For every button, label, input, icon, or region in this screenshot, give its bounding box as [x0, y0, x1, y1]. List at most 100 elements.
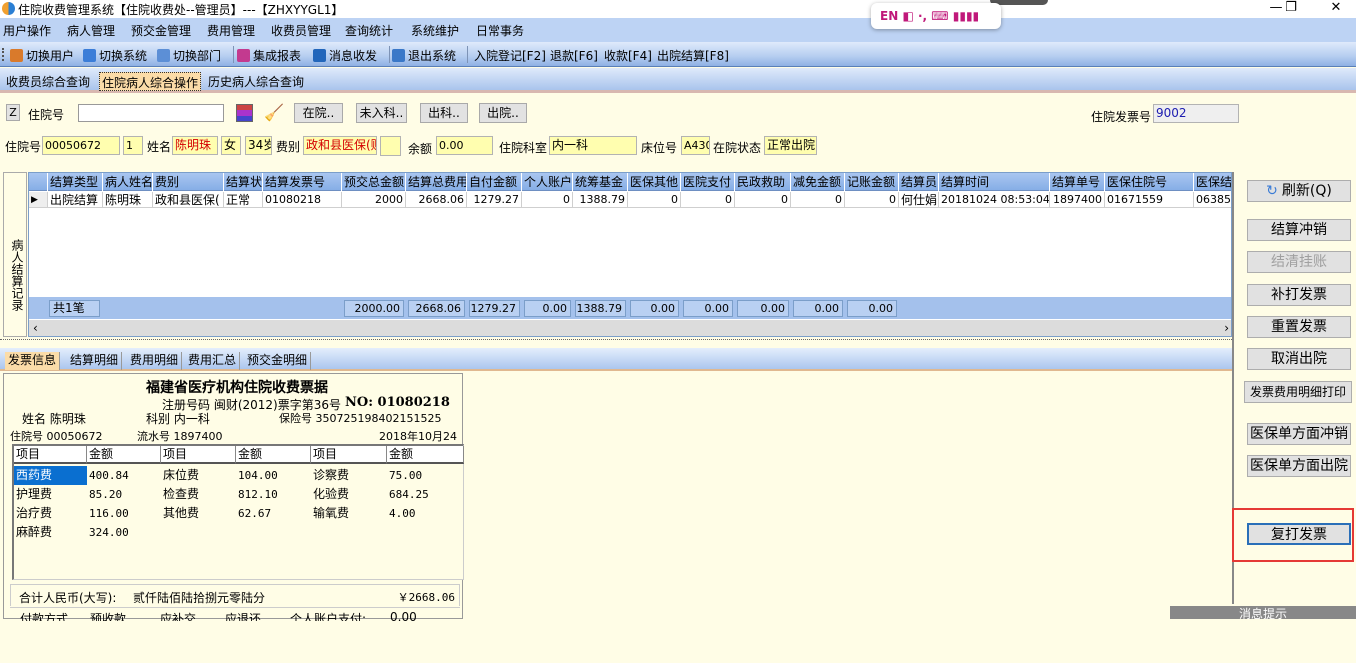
item-amount[interactable]: 684.25 [387, 485, 464, 504]
admission-times-field[interactable]: 1 [123, 136, 143, 155]
action-button-6[interactable]: 发票费用明细打印 [1244, 381, 1352, 403]
column-header[interactable]: 结算时间 [939, 173, 1050, 191]
patient-name-field[interactable]: 陈明珠 [172, 136, 218, 155]
grid-cell[interactable]: 0 [628, 192, 681, 208]
item-amount[interactable]: 104.00 [236, 466, 311, 485]
broom-icon[interactable]: 🧹 [264, 103, 284, 122]
item-name[interactable]: 诊察费 [311, 466, 387, 485]
grid-cell[interactable]: 0 [791, 192, 845, 208]
column-header[interactable]: 医院支付 [681, 173, 735, 191]
column-header[interactable]: 医保结 [1194, 173, 1231, 191]
tab-0[interactable]: 收费员综合查询 [4, 72, 92, 91]
sex-field[interactable]: 女 [221, 136, 241, 155]
toolbar-grip[interactable] [2, 48, 5, 61]
menu-2[interactable]: 预交金管理 [131, 22, 191, 39]
grid-cell[interactable]: 出院结算 [48, 192, 103, 208]
toolbar-shortcut-8-button[interactable]: 收款[F4] [604, 47, 652, 64]
column-header[interactable]: 预交总金额 [342, 173, 406, 191]
grid-cell[interactable]: 1279.27 [467, 192, 522, 208]
menu-5[interactable]: 查询统计 [345, 22, 393, 39]
column-header[interactable]: 病人姓名 [103, 173, 153, 191]
menu-3[interactable]: 费用管理 [207, 22, 255, 39]
grid-cell[interactable]: 01080218 [263, 192, 342, 208]
extra-field[interactable] [380, 136, 401, 156]
toolbar-shortcut-9-button[interactable]: 出院结算[F8] [657, 47, 729, 64]
restore-button[interactable]: ❐ [1271, 0, 1311, 18]
detail-tab-1[interactable]: 结算明细 [67, 352, 123, 370]
card-reader-icon[interactable] [236, 104, 253, 122]
invoice-number-field[interactable]: 9002 [1153, 104, 1239, 123]
grid-cell[interactable]: 01671559 [1105, 192, 1194, 208]
settlement-grid[interactable]: 结算类型 病人姓名 费别 结算状 结算发票号 预交总金额 结算总费用 自付金额 个人账户 统筹基金… [28, 172, 1232, 337]
grid-cell[interactable]: 0 [681, 192, 735, 208]
toolbar-users-button[interactable]: 切换用户 [10, 47, 74, 64]
toolbar-report-button[interactable]: 集成报表 [237, 47, 301, 64]
fee-type-field[interactable]: 政和县医保(财 [303, 136, 377, 155]
column-header[interactable]: 记账金额 [845, 173, 899, 191]
grid-cell[interactable]: 0 [522, 192, 573, 208]
grid-cell[interactable]: 政和县医保( [153, 192, 224, 208]
toolbar-exit-button[interactable]: 退出系统 [392, 47, 456, 64]
action-button-8[interactable]: 医保单方面出院 [1247, 455, 1351, 477]
column-header[interactable]: 个人账户 [522, 173, 573, 191]
tab-2[interactable]: 历史病人综合查询 [206, 72, 306, 91]
grid-cell[interactable]: 063853 [1194, 192, 1231, 208]
ime-icons[interactable]: ◧ ·, ⌨ ▮▮▮▮ [902, 9, 979, 23]
item-amount[interactable]: 116.00 [87, 504, 161, 523]
menu-6[interactable]: 系统维护 [411, 22, 459, 39]
grid-cell[interactable]: 2000 [342, 192, 406, 208]
action-button-3[interactable]: 补打发票 [1247, 284, 1351, 306]
menu-7[interactable]: 日常事务 [476, 22, 524, 39]
item-name[interactable]: 检查费 [161, 485, 236, 504]
message-bar[interactable]: 消息提示 [1170, 606, 1356, 621]
column-header[interactable]: 统筹基金 [573, 173, 628, 191]
action-button-4[interactable]: 重置发票 [1247, 316, 1351, 338]
item-amount[interactable]: 85.20 [87, 485, 161, 504]
detail-tab-3[interactable]: 费用汇总 [185, 352, 241, 370]
ime-toolbar[interactable]: EN ◧ ·, ⌨ ▮▮▮▮ [871, 3, 1001, 29]
item-amount[interactable]: 75.00 [387, 466, 464, 485]
row-indicator-icon[interactable]: ▶ [29, 192, 48, 208]
toolbar-switch-button[interactable]: 切换系统 [83, 47, 147, 64]
item-name[interactable]: 床位费 [161, 466, 236, 485]
bed-field[interactable]: A430 [681, 136, 710, 155]
toolbar-shortcut-6-button[interactable]: 入院登记[F2] [474, 47, 546, 64]
age-field[interactable]: 34岁 [245, 136, 272, 155]
column-header[interactable]: 自付金额 [467, 173, 522, 191]
splitter[interactable] [0, 339, 1232, 345]
column-header[interactable]: 结算员 [899, 173, 939, 191]
grid-cell[interactable]: 何仕娟 [899, 192, 939, 208]
grid-cell[interactable]: 1897400 [1050, 192, 1105, 208]
column-header[interactable]: 民政救助 [735, 173, 791, 191]
item-amount[interactable]: 812.10 [236, 485, 311, 504]
action-button-0[interactable]: ↻ 刷新(Q) [1247, 180, 1351, 202]
action-button-5[interactable]: 取消出院 [1247, 348, 1351, 370]
inpatient-search-input[interactable] [78, 104, 224, 122]
grid-cell[interactable]: 1388.79 [573, 192, 628, 208]
item-amount[interactable]: 62.67 [236, 504, 311, 523]
column-header[interactable]: 医保住院号 [1105, 173, 1194, 191]
column-header[interactable]: 结算类型 [48, 173, 103, 191]
tab-1[interactable]: 住院病人综合操作 [99, 72, 202, 91]
item-name[interactable]: 西药费 [14, 466, 87, 485]
item-amount[interactable]: 400.84 [87, 466, 161, 485]
patient-id-field[interactable]: 00050672 [42, 136, 120, 155]
status-field[interactable]: 正常出院 [764, 136, 817, 155]
search-button-3[interactable]: 出院.. [479, 103, 527, 123]
action-button-7[interactable]: 医保单方面冲销 [1247, 423, 1351, 445]
column-header[interactable]: 结算状 [224, 173, 263, 191]
item-name[interactable]: 其他费 [161, 504, 236, 523]
item-name[interactable]: 输氧费 [311, 504, 387, 523]
item-name[interactable]: 麻醉费 [14, 523, 87, 542]
column-header[interactable]: 减免金额 [791, 173, 845, 191]
action-button-1[interactable]: 结算冲销 [1247, 219, 1351, 241]
column-header[interactable]: 医保其他 [628, 173, 681, 191]
column-header[interactable]: 结算单号 [1050, 173, 1105, 191]
toolbar-info-button[interactable]: 消息收发 [313, 47, 377, 64]
z-button[interactable]: Z [6, 104, 20, 121]
menu-1[interactable]: 病人管理 [67, 22, 115, 39]
grid-cell[interactable]: 20181024 08:53:04 [939, 192, 1050, 208]
horizontal-scrollbar[interactable]: ‹ › [29, 320, 1231, 336]
item-amount[interactable]: 324.00 [87, 523, 161, 542]
item-name[interactable]: 护理费 [14, 485, 87, 504]
